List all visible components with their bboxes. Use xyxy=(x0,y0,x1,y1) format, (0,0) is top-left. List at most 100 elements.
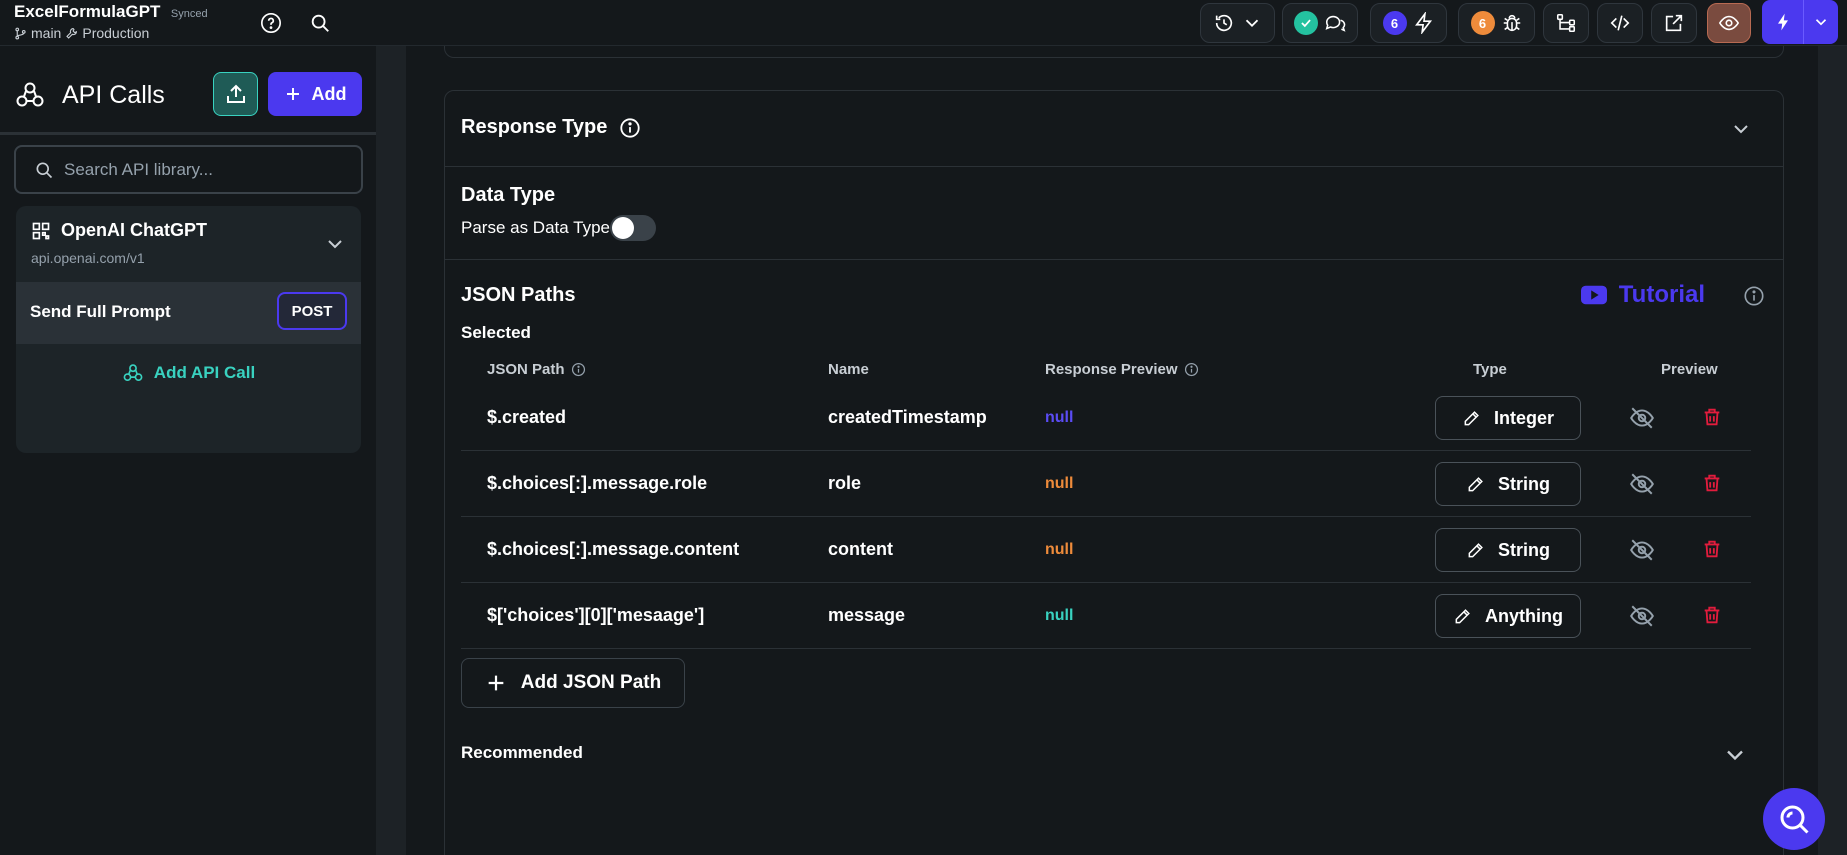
name-value: createdTimestamp xyxy=(828,407,987,427)
method-badge: POST xyxy=(277,292,347,330)
type-button[interactable]: String xyxy=(1435,462,1581,506)
table-row[interactable]: $['choices'][0]['mesaage'] message null … xyxy=(461,583,1751,649)
parse-toggle[interactable] xyxy=(610,215,656,241)
chevron-down-icon[interactable] xyxy=(1804,13,1838,31)
api-call-label: Send Full Prompt xyxy=(30,302,171,321)
project-info: ExcelFormulaGPT Synced main Production xyxy=(14,2,208,41)
api-group-header[interactable]: OpenAI ChatGPT api.openai.com/v1 xyxy=(16,206,361,282)
plus-icon xyxy=(286,88,299,100)
trash-icon[interactable] xyxy=(1701,538,1723,560)
column-json-path: JSON Path xyxy=(487,361,586,378)
info-icon[interactable] xyxy=(1184,362,1199,377)
divider xyxy=(445,259,1783,260)
name-value: message xyxy=(828,605,906,625)
help-icon[interactable] xyxy=(258,10,284,36)
response-type-label: Response Type xyxy=(461,116,608,138)
branch-icon xyxy=(1556,13,1576,33)
chevron-down-icon[interactable] xyxy=(323,232,347,256)
info-icon[interactable] xyxy=(571,362,586,377)
api-icon xyxy=(123,364,143,382)
response-type-header[interactable]: Response Type xyxy=(461,116,641,139)
api-group-card: OpenAI ChatGPT api.openai.com/v1 Send Fu… xyxy=(16,206,361,453)
parse-label: Parse as Data Type xyxy=(461,218,610,237)
run-button[interactable] xyxy=(1762,0,1838,44)
search-icon[interactable] xyxy=(307,10,333,36)
warnings-button[interactable]: 6 xyxy=(1370,3,1447,43)
search-input[interactable] xyxy=(64,159,344,180)
chevron-down-icon xyxy=(1245,19,1258,28)
table-row[interactable]: $.choices[:].message.content content nul… xyxy=(461,517,1751,583)
api-group-url: api.openai.com/v1 xyxy=(31,250,145,266)
trash-icon[interactable] xyxy=(1701,406,1723,428)
eye-off-icon[interactable] xyxy=(1629,405,1655,431)
api-call-item[interactable]: Send Full Prompt POST xyxy=(16,282,361,344)
add-json-path-button[interactable]: Add JSON Path xyxy=(461,658,685,708)
info-icon[interactable] xyxy=(619,117,641,139)
eye-off-icon[interactable] xyxy=(1629,471,1655,497)
type-button[interactable]: String xyxy=(1435,528,1581,572)
upload-button[interactable] xyxy=(213,72,258,116)
json-path-value: $.choices[:].message.content xyxy=(487,539,740,559)
trash-icon[interactable] xyxy=(1701,604,1723,626)
external-link-button[interactable] xyxy=(1651,3,1697,43)
chevron-down-icon[interactable] xyxy=(1721,741,1749,769)
json-path-value: $['choices'][0]['mesaage'] xyxy=(487,605,705,625)
issues-button[interactable]: 6 xyxy=(1458,3,1535,43)
divider xyxy=(0,132,376,135)
trash-icon[interactable] xyxy=(1701,472,1723,494)
json-paths-title: JSON Paths xyxy=(461,284,576,306)
type-label: Integer xyxy=(1493,407,1554,428)
bolt-icon xyxy=(1414,12,1432,34)
response-preview-value: null xyxy=(1045,475,1074,492)
top-bar: ExcelFormulaGPT Synced main Production 6… xyxy=(0,0,1847,46)
environment-name[interactable]: Production xyxy=(82,25,149,41)
sidebar-title-text: API Calls xyxy=(62,80,165,109)
add-api-button[interactable]: Add xyxy=(268,72,362,116)
external-link-icon xyxy=(1665,14,1683,32)
table-row[interactable]: $.choices[:].message.role role null Stri… xyxy=(461,451,1751,517)
api-icon xyxy=(16,82,44,107)
column-name: Name xyxy=(828,361,869,378)
bolt-icon xyxy=(1762,0,1804,44)
search-fab[interactable] xyxy=(1763,788,1825,850)
type-button[interactable]: Anything xyxy=(1435,594,1581,638)
collab-button[interactable] xyxy=(1282,3,1358,43)
plus-icon xyxy=(488,675,504,691)
edit-icon xyxy=(1468,543,1483,558)
name-value: role xyxy=(828,473,862,493)
edit-icon xyxy=(1468,477,1483,492)
history-icon xyxy=(1215,14,1232,32)
bug-icon xyxy=(1503,14,1520,32)
add-api-call-button[interactable]: Add API Call xyxy=(16,354,361,392)
response-panel: Response Type Data Type Parse as Data Ty… xyxy=(444,90,1784,855)
info-icon[interactable] xyxy=(1743,285,1765,307)
branch-name[interactable]: main xyxy=(31,25,61,41)
eye-off-icon[interactable] xyxy=(1629,603,1655,629)
code-button[interactable] xyxy=(1597,3,1643,43)
tutorial-link[interactable]: Tutorial xyxy=(1580,281,1705,309)
project-name[interactable]: ExcelFormulaGPT xyxy=(14,2,160,21)
parse-data-type-row: Parse as Data Type xyxy=(461,218,632,238)
preview-button[interactable] xyxy=(1707,3,1751,43)
history-button[interactable] xyxy=(1200,3,1275,43)
search-fab-icon xyxy=(1780,805,1809,834)
column-preview: Preview xyxy=(1661,361,1718,378)
edit-icon xyxy=(1464,411,1479,426)
search-icon xyxy=(36,162,53,178)
chevron-down-icon[interactable] xyxy=(1729,117,1753,141)
grid-icon xyxy=(32,222,50,239)
type-button[interactable]: Integer xyxy=(1435,396,1581,440)
add-json-path-label: Add JSON Path xyxy=(520,672,662,693)
eye-off-icon[interactable] xyxy=(1629,537,1655,563)
sync-status: Synced xyxy=(170,8,208,20)
add-api-label: Add xyxy=(311,83,347,104)
json-path-value: $.choices[:].message.role xyxy=(487,473,708,493)
branch-button[interactable] xyxy=(1543,3,1589,43)
check-icon xyxy=(1294,11,1318,35)
recommended-header[interactable]: Recommended xyxy=(461,743,583,763)
right-gutter xyxy=(1818,46,1847,855)
search-field[interactable] xyxy=(14,145,363,194)
main-content: Response Type Data Type Parse as Data Ty… xyxy=(406,46,1818,855)
table-row[interactable]: $.created createdTimestamp null Integer xyxy=(461,385,1751,451)
previous-section xyxy=(444,46,1784,58)
